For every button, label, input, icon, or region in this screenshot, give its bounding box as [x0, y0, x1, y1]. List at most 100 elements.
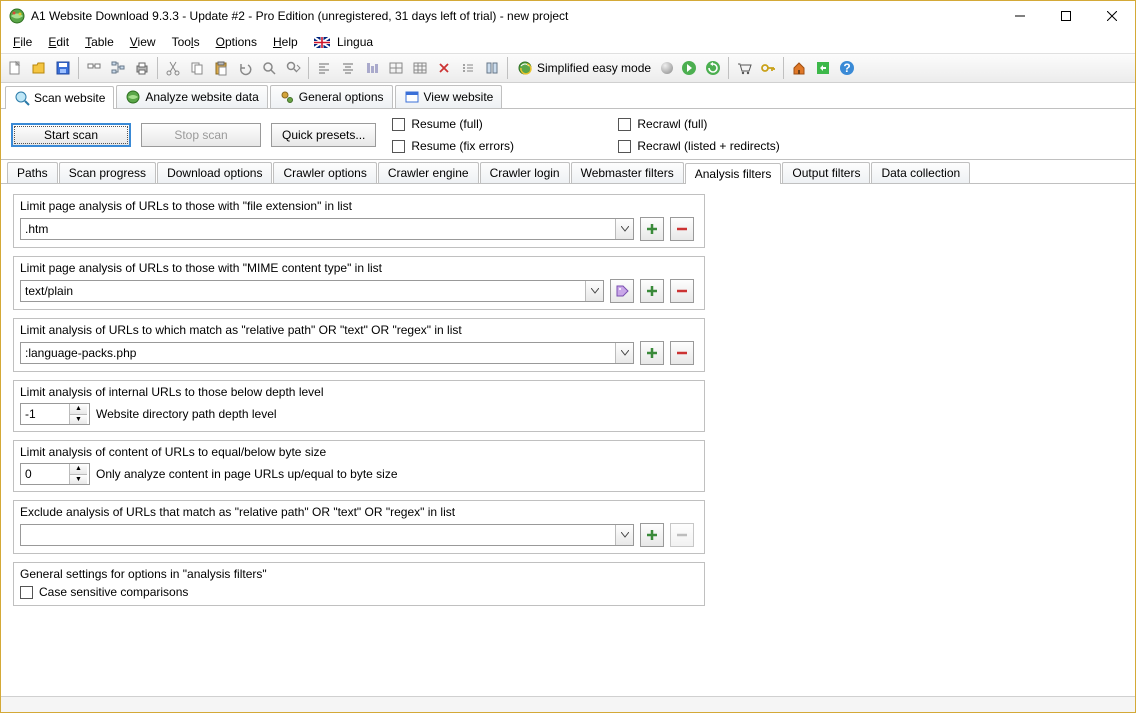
exclude-match-input[interactable]	[21, 525, 615, 545]
stop-scan-button[interactable]: Stop scan	[141, 123, 261, 147]
recrawl-listed-checkbox[interactable]: Recrawl (listed + redirects)	[618, 139, 878, 153]
remove-button[interactable]	[670, 217, 694, 241]
subtab-crawler-options[interactable]: Crawler options	[273, 162, 376, 183]
status-strip	[1, 696, 1135, 712]
subtab-data-collection[interactable]: Data collection	[871, 162, 970, 183]
start-scan-button[interactable]: Start scan	[11, 123, 131, 147]
home-button[interactable]	[787, 56, 811, 80]
find-next-button[interactable]	[281, 56, 305, 80]
columns-button[interactable]	[480, 56, 504, 80]
app-window: A1 Website Download 9.3.3 - Update #2 - …	[0, 0, 1136, 713]
refresh-button[interactable]	[701, 56, 725, 80]
remove-button[interactable]	[670, 341, 694, 365]
add-button[interactable]	[640, 341, 664, 365]
tab-analyze-data[interactable]: Analyze website data	[116, 85, 267, 108]
options-body: Limit page analysis of URLs to those wit…	[1, 184, 1135, 696]
recrawl-full-checkbox[interactable]: Recrawl (full)	[618, 117, 878, 131]
open-button[interactable]	[27, 56, 51, 80]
resume-fix-checkbox[interactable]: Resume (fix errors)	[392, 139, 612, 153]
panel-title: Exclude analysis of URLs that match as "…	[14, 501, 704, 523]
chevron-down-icon[interactable]	[585, 281, 603, 301]
subtab-webmaster-filters[interactable]: Webmaster filters	[571, 162, 684, 183]
cut-button[interactable]	[161, 56, 185, 80]
cart-button[interactable]	[732, 56, 756, 80]
bytesize-spinner[interactable]: ▲▼	[20, 463, 90, 485]
spin-down[interactable]: ▼	[70, 415, 87, 425]
go-button[interactable]	[677, 56, 701, 80]
x-button[interactable]	[432, 56, 456, 80]
mime-type-combo[interactable]	[20, 280, 604, 302]
depth-spinner[interactable]: ▲▼	[20, 403, 90, 425]
remove-button[interactable]	[670, 279, 694, 303]
new-button[interactable]	[3, 56, 27, 80]
help-button[interactable]: ?	[835, 56, 859, 80]
chevron-down-icon[interactable]	[615, 219, 633, 239]
maximize-button[interactable]	[1043, 1, 1089, 31]
subtab-crawler-login[interactable]: Crawler login	[480, 162, 570, 183]
menu-table[interactable]: Table	[77, 33, 122, 51]
exclude-match-combo[interactable]	[20, 524, 634, 546]
tree-button[interactable]	[106, 56, 130, 80]
list-button[interactable]	[456, 56, 480, 80]
grid2-button[interactable]	[408, 56, 432, 80]
undo-button[interactable]	[233, 56, 257, 80]
menu-edit[interactable]: Edit	[40, 33, 77, 51]
bytesize-input[interactable]	[21, 464, 69, 484]
mime-type-input[interactable]	[21, 281, 585, 301]
include-match-input[interactable]	[21, 343, 615, 363]
case-sensitive-checkbox[interactable]: Case sensitive comparisons	[20, 585, 188, 599]
print-button[interactable]	[130, 56, 154, 80]
share-button[interactable]	[811, 56, 835, 80]
menu-file[interactable]: File	[5, 33, 40, 51]
file-extension-combo[interactable]	[20, 218, 634, 240]
spin-up[interactable]: ▲	[70, 404, 87, 415]
chevron-down-icon[interactable]	[615, 343, 633, 363]
subtab-scan-progress[interactable]: Scan progress	[59, 162, 156, 183]
resume-full-checkbox[interactable]: Resume (full)	[392, 117, 612, 131]
subtab-crawler-engine[interactable]: Crawler engine	[378, 162, 479, 183]
save-button[interactable]	[51, 56, 75, 80]
include-match-combo[interactable]	[20, 342, 634, 364]
copy-button[interactable]	[185, 56, 209, 80]
panel-title: Limit analysis of URLs to which match as…	[14, 319, 704, 341]
tab-view-website[interactable]: View website	[395, 85, 503, 108]
key-button[interactable]	[756, 56, 780, 80]
spin-down[interactable]: ▼	[70, 475, 87, 485]
depth-input[interactable]	[21, 404, 69, 424]
bytesize-hint: Only analyze content in page URLs up/equ…	[96, 467, 398, 481]
align-center-button[interactable]	[336, 56, 360, 80]
paste-button[interactable]	[209, 56, 233, 80]
align-bars-button[interactable]	[360, 56, 384, 80]
remove-button[interactable]	[670, 523, 694, 547]
menu-view[interactable]: View	[122, 33, 164, 51]
menu-help[interactable]: Help	[265, 33, 306, 51]
subtab-output-filters[interactable]: Output filters	[782, 162, 870, 183]
close-button[interactable]	[1089, 1, 1135, 31]
grid1-button[interactable]	[384, 56, 408, 80]
menu-options[interactable]: Options	[208, 33, 265, 51]
subtab-paths[interactable]: Paths	[7, 162, 58, 183]
tag-button[interactable]	[610, 279, 634, 303]
tab-scan-website[interactable]: Scan website	[5, 86, 114, 109]
tab-general-options[interactable]: General options	[270, 85, 393, 108]
subtab-download-options[interactable]: Download options	[157, 162, 272, 183]
panel-file-extension: Limit page analysis of URLs to those wit…	[13, 194, 705, 248]
menu-lingua[interactable]: Lingua	[306, 33, 381, 51]
add-button[interactable]	[640, 217, 664, 241]
subtab-analysis-filters[interactable]: Analysis filters	[685, 163, 782, 184]
minimize-button[interactable]	[997, 1, 1043, 31]
align-left-button[interactable]	[312, 56, 336, 80]
add-button[interactable]	[640, 279, 664, 303]
sub-tabs: Paths Scan progress Download options Cra…	[1, 160, 1135, 184]
find-button[interactable]	[257, 56, 281, 80]
menu-tools[interactable]: Tools	[164, 33, 208, 51]
chevron-down-icon[interactable]	[615, 525, 633, 545]
file-extension-input[interactable]	[21, 219, 615, 239]
copy-struct-button[interactable]	[82, 56, 106, 80]
panel-include-match: Limit analysis of URLs to which match as…	[13, 318, 705, 372]
spin-up[interactable]: ▲	[70, 464, 87, 475]
add-button[interactable]	[640, 523, 664, 547]
simplified-mode-button[interactable]: Simplified easy mode	[511, 56, 657, 80]
panel-title: Limit analysis of content of URLs to equ…	[14, 441, 704, 463]
quick-presets-button[interactable]: Quick presets...	[271, 123, 376, 147]
